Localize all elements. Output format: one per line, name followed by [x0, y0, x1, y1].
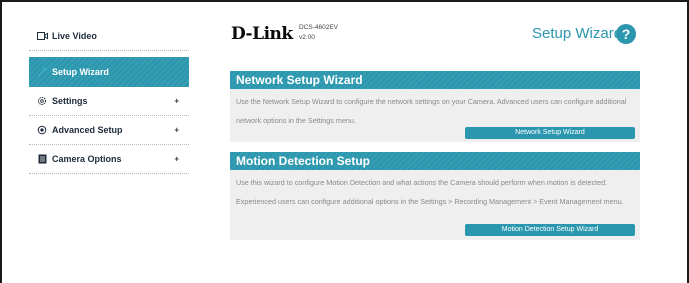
video-icon — [36, 31, 48, 41]
sidebar-item-label: Live Video — [52, 31, 97, 41]
document-icon — [36, 154, 48, 164]
sidebar-item-label: Camera Options — [52, 154, 122, 164]
help-icon[interactable]: ? — [616, 24, 636, 44]
panel-description: Use the Network Setup Wizard to configur… — [236, 97, 627, 125]
sidebar-item-live-video[interactable]: Live Video — [29, 22, 189, 51]
network-setup-panel: Network Setup Wizard Use the Network Set… — [230, 71, 640, 142]
panel-description: Use this wizard to configure Motion Dete… — [236, 178, 624, 206]
panel-title: Motion Detection Setup — [230, 152, 640, 170]
sidebar-nav: Live Video Setup Wizard Settings + Advan… — [29, 22, 189, 174]
wand-icon — [36, 67, 48, 77]
panel-title: Network Setup Wizard — [230, 71, 640, 89]
sidebar-item-label: Advanced Setup — [52, 125, 123, 135]
motion-detection-panel: Motion Detection Setup Use this wizard t… — [230, 152, 640, 240]
gear-icon — [36, 96, 48, 106]
sidebar-item-label: Settings — [52, 96, 88, 106]
network-setup-wizard-button[interactable]: Network Setup Wizard — [465, 127, 635, 139]
camera-web-ui: Live Video Setup Wizard Settings + Advan… — [0, 0, 689, 283]
expand-icon[interactable]: + — [174, 155, 179, 164]
sidebar-item-label: Setup Wizard — [52, 67, 109, 77]
advanced-gear-icon — [36, 125, 48, 135]
sidebar-item-camera-options[interactable]: Camera Options + — [29, 145, 189, 174]
model-info: DCS-4602EV v2.00 — [299, 23, 338, 43]
firmware-version: v2.00 — [299, 34, 315, 41]
sidebar-item-settings[interactable]: Settings + — [29, 87, 189, 116]
dlink-logo: D-Link — [231, 24, 293, 44]
sidebar-item-setup-wizard[interactable]: Setup Wizard — [29, 57, 189, 87]
sidebar-item-advanced-setup[interactable]: Advanced Setup + — [29, 116, 189, 145]
page-title: Setup Wizard — [532, 25, 623, 42]
motion-detection-wizard-button[interactable]: Motion Detection Setup Wizard — [465, 224, 635, 236]
model-name: DCS-4602EV — [299, 24, 339, 31]
expand-icon[interactable]: + — [174, 126, 179, 135]
expand-icon[interactable]: + — [174, 97, 179, 106]
